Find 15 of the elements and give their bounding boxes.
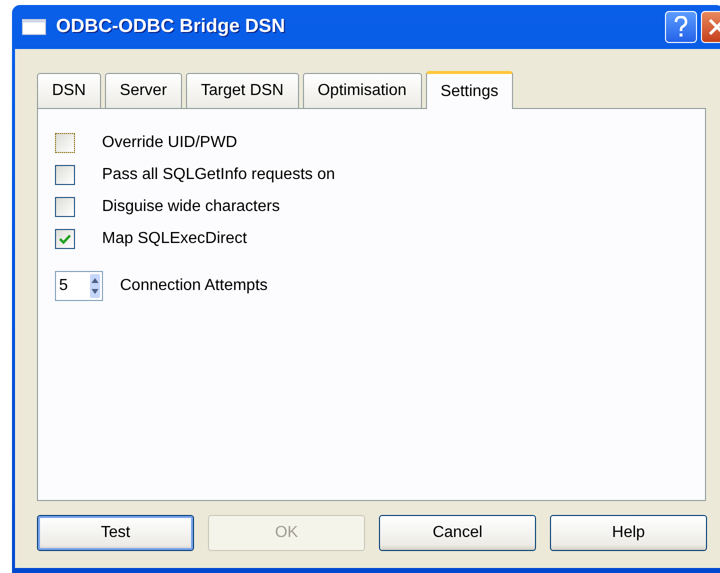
checkbox-label: Map SQLExecDirect [102,230,247,248]
spinner-label: Connection Attempts [120,277,268,295]
tab[interactable]: Optimisation [302,73,422,108]
number-spinner[interactable]: 5 [55,271,103,301]
dialog-button[interactable]: Cancel [379,515,536,551]
tab[interactable]: Server [104,73,182,108]
dialog-button[interactable]: Help [550,515,707,551]
checkbox-label: Pass all SQLGetInfo requests on [102,166,336,184]
checkbox-label: Disguise wide characters [102,198,280,216]
window-title: ODBC-ODBC Bridge DSN [56,16,286,38]
checkbox-label: Override UID/PWD [102,134,238,152]
tab[interactable]: DSN [37,73,101,108]
tab[interactable]: Settings [426,71,514,109]
dialog-button[interactable]: Test [37,515,194,551]
tab[interactable]: Target DSN [186,73,299,108]
